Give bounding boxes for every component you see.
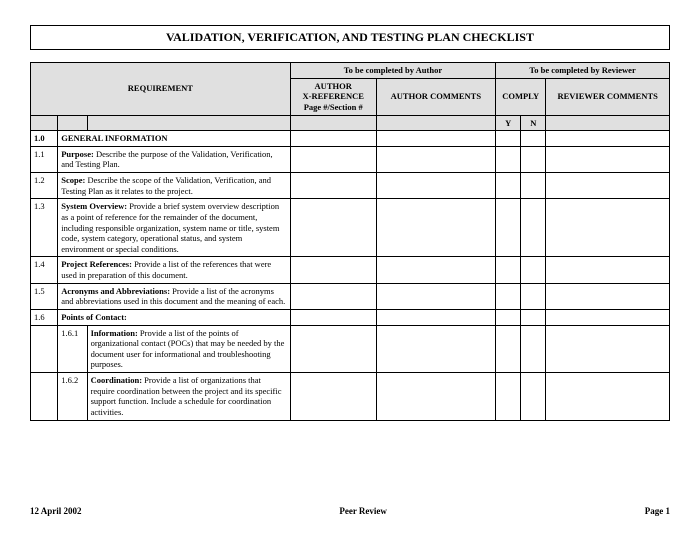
footer-center: Peer Review: [339, 506, 387, 516]
cell-reviewer-comments: [546, 373, 670, 421]
cell-y: [496, 257, 521, 283]
section-num: 1.0: [31, 131, 58, 147]
table-row: 1.2Scope: Describe the scope of the Vali…: [31, 173, 670, 199]
cell-y: [496, 373, 521, 421]
row-num: 1.6: [31, 309, 58, 325]
cell-y: [496, 199, 521, 257]
header-y: Y: [496, 115, 521, 131]
cell-n: [521, 373, 546, 421]
footer-date: 12 April 2002: [30, 506, 82, 516]
cell-n: [521, 173, 546, 199]
cell-reviewer-comments: [546, 325, 670, 373]
cell-n: [521, 309, 546, 325]
cell-author-comments: [376, 325, 495, 373]
header-author-comments: AUTHOR COMMENTS: [376, 78, 495, 115]
cell-n: [521, 146, 546, 172]
row-requirement: Acronyms and Abbreviations: Provide a li…: [58, 283, 291, 309]
cell-reviewer-comments: [546, 283, 670, 309]
row-requirement: Points of Contact:: [58, 309, 291, 325]
checklist-table: REQUIREMENT To be completed by Author To…: [30, 62, 670, 421]
cell-author-comments: [376, 146, 495, 172]
row-num: 1.5: [31, 283, 58, 309]
subrow-num: 1.6.1: [58, 325, 87, 373]
cell-reviewer-comments: [546, 309, 670, 325]
cell-author-comments: [376, 257, 495, 283]
cell-xref: [290, 325, 376, 373]
table-row: 1.6.1Information: Provide a list of the …: [31, 325, 670, 373]
subrow-num: 1.6.2: [58, 373, 87, 421]
cell-n: [521, 257, 546, 283]
cell-author-comments: [376, 173, 495, 199]
row-num: 1.2: [31, 173, 58, 199]
cell-author-comments: [376, 199, 495, 257]
cell-reviewer-comments: [546, 199, 670, 257]
cell-xref: [290, 373, 376, 421]
row-num: 1.1: [31, 146, 58, 172]
cell-y: [496, 173, 521, 199]
table-row: 1.3System Overview: Provide a brief syst…: [31, 199, 670, 257]
cell-reviewer-comments: [546, 146, 670, 172]
cell-n: [521, 283, 546, 309]
footer-page: Page 1: [645, 506, 670, 516]
row-blank: [31, 373, 58, 421]
header-xref: AUTHORX-REFERENCEPage #/Section #: [290, 78, 376, 115]
cell-reviewer-comments: [546, 257, 670, 283]
header-reviewer-section: To be completed by Reviewer: [496, 63, 670, 79]
row-num: 1.3: [31, 199, 58, 257]
footer: 12 April 2002 Peer Review Page 1: [30, 506, 670, 516]
cell-reviewer-comments: [546, 173, 670, 199]
cell-n: [521, 199, 546, 257]
header-reviewer-comments: REVIEWER COMMENTS: [546, 78, 670, 115]
cell-xref: [290, 173, 376, 199]
header-requirement: REQUIREMENT: [31, 63, 291, 116]
cell-y: [496, 325, 521, 373]
row-requirement: Scope: Describe the scope of the Validat…: [58, 173, 291, 199]
cell-y: [496, 283, 521, 309]
cell-author-comments: [376, 283, 495, 309]
cell-author-comments: [376, 373, 495, 421]
cell-y: [496, 309, 521, 325]
header-comply: COMPLY: [496, 78, 546, 115]
subrow-requirement: Coordination: Provide a list of organiza…: [87, 373, 290, 421]
row-requirement: Purpose: Describe the purpose of the Val…: [58, 146, 291, 172]
title-box: VALIDATION, VERIFICATION, AND TESTING PL…: [30, 25, 670, 50]
row-requirement: Project References: Provide a list of th…: [58, 257, 291, 283]
cell-xref: [290, 146, 376, 172]
cell-xref: [290, 309, 376, 325]
cell-xref: [290, 283, 376, 309]
cell-author-comments: [376, 309, 495, 325]
cell-y: [496, 146, 521, 172]
section-row: 1.0 GENERAL INFORMATION: [31, 131, 670, 147]
header-n: N: [521, 115, 546, 131]
subrow-requirement: Information: Provide a list of the point…: [87, 325, 290, 373]
table-row: 1.4Project References: Provide a list of…: [31, 257, 670, 283]
cell-xref: [290, 199, 376, 257]
cell-n: [521, 325, 546, 373]
section-title: GENERAL INFORMATION: [58, 131, 291, 147]
table-row: 1.6Points of Contact:: [31, 309, 670, 325]
table-row: 1.6.2Coordination: Provide a list of org…: [31, 373, 670, 421]
table-row: 1.1Purpose: Describe the purpose of the …: [31, 146, 670, 172]
row-num: 1.4: [31, 257, 58, 283]
header-author-section: To be completed by Author: [290, 63, 495, 79]
row-blank: [31, 325, 58, 373]
cell-xref: [290, 257, 376, 283]
page-title: VALIDATION, VERIFICATION, AND TESTING PL…: [166, 30, 534, 44]
table-row: 1.5Acronyms and Abbreviations: Provide a…: [31, 283, 670, 309]
row-requirement: System Overview: Provide a brief system …: [58, 199, 291, 257]
